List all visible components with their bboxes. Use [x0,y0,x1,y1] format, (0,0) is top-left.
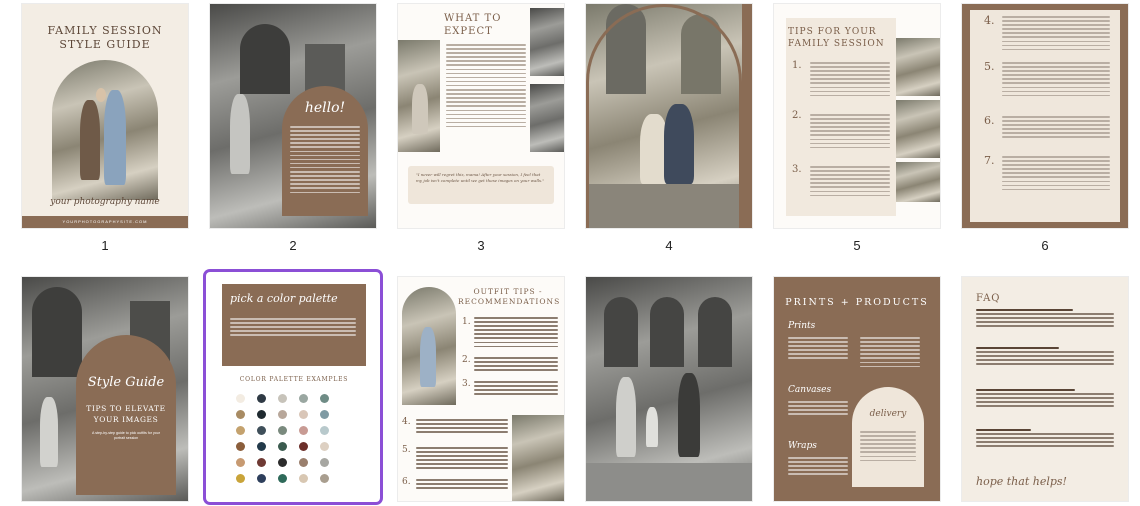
page-3-title: WHAT TO EXPECT [444,13,502,37]
page-1-title: FAMILY SESSION STYLE GUIDE [47,24,163,51]
color-swatch [278,394,287,403]
page-3-photo-right-top [530,8,564,76]
page-12-title: FAQ [976,293,1001,304]
page-1-footer-bar: YOURPHOTOGRAPHYSITE.COM [22,216,188,228]
page-number: 3 [477,238,485,253]
page-7-script: Style Guide [87,375,165,390]
color-swatch [299,410,308,419]
page-11-delivery-arch: delivery [852,387,924,487]
color-swatch [299,442,308,451]
color-swatch [320,458,329,467]
color-swatch [257,458,266,467]
color-swatch [278,442,287,451]
page-8-header-box: pick a color palette [222,284,366,366]
page-number: 6 [1041,238,1049,253]
color-swatch [278,458,287,467]
page-12-script: hope that helps! [976,475,1067,488]
color-swatch [320,442,329,451]
page-5-photo-bottom [896,162,940,202]
color-swatch [236,458,245,467]
page-5-photo-middle [896,100,940,158]
page-1-arch-photo [52,60,158,200]
page-9-title: OUTFIT TIPS - RECOMMENDATIONS [458,287,561,306]
page-1-footer-text: YOURPHOTOGRAPHYSITE.COM [62,219,148,224]
color-swatch [236,474,245,483]
color-swatch [257,410,266,419]
color-swatch [320,474,329,483]
page-7-title: TIPS TO ELEVATE YOUR IMAGES [86,404,166,424]
color-swatch [320,410,329,419]
page-thumbnail-grid: FAMILY SESSION STYLE GUIDE your photogra… [0,0,1140,506]
color-swatch [278,474,287,483]
page-5-photo-top [896,38,940,96]
page-11-script-prints: Prints [788,321,816,331]
page-8-subheading: COLOR PALETTE EXAMPLES [239,376,349,383]
color-swatch [299,458,308,467]
color-swatch [299,474,308,483]
page-1-script-name: your photography name [50,197,160,207]
page-8-swatch-grid [236,394,346,494]
page-number: 5 [853,238,861,253]
color-swatch [320,426,329,435]
page-2-text-arch: hello! [282,86,368,216]
color-swatch [299,394,308,403]
color-swatch [236,410,245,419]
color-swatch [257,394,266,403]
page-9-photo-right [512,415,564,501]
page-2-script: hello! [304,100,346,116]
color-swatch [236,426,245,435]
page-7-text-arch: Style Guide TIPS TO ELEVATE YOUR IMAGES … [76,335,176,495]
page-3-quote: "I never will regret this, mama! After y… [416,172,545,183]
color-swatch [236,442,245,451]
color-swatch [278,426,287,435]
page-11-script-canvases: Canvases [788,385,832,395]
color-swatch [320,394,329,403]
color-swatch [299,426,308,435]
page-8-selected-frame: pick a color palette COLOR PALETTE EXAMP… [206,272,380,502]
page-11-script-wraps: Wraps [788,441,817,451]
page-5-title: TIPS FOR YOUR FAMILY SESSION [788,27,885,49]
color-swatch [257,474,266,483]
page-7-subtitle: A step-by-step guide to pick outfits for… [92,431,160,440]
page-8-script: pick a color palette [230,292,338,305]
color-swatch [257,426,266,435]
color-swatch [236,394,245,403]
page-11-title: PRINTS + PRODUCTS [785,297,929,308]
color-swatch [257,442,266,451]
page-number: 4 [665,238,673,253]
page-9-arch-photo [402,287,456,405]
page-number: 1 [101,238,109,253]
color-swatch [278,410,287,419]
page-3-photo-right-bottom [530,84,564,152]
page-11-arch-script: delivery [869,409,907,419]
page-number: 2 [289,238,297,253]
page-3-quote-box: "I never will regret this, mama! After y… [408,166,554,204]
